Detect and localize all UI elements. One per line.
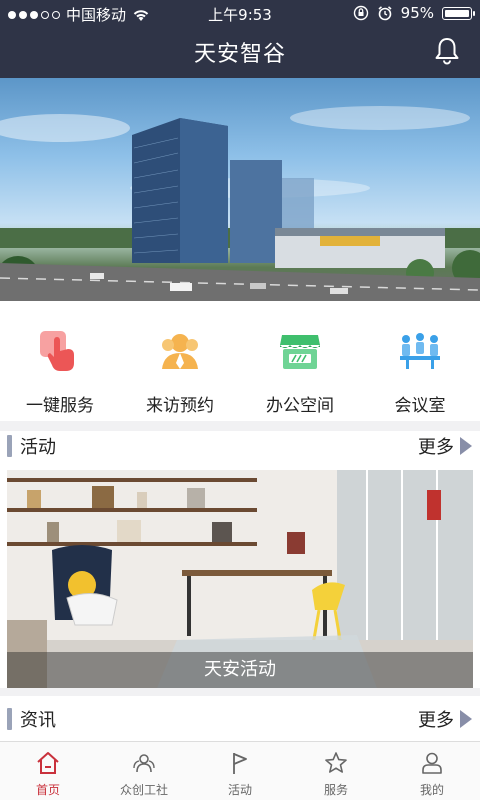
visitor-icon [162,334,198,369]
section-divider [0,688,480,696]
status-bar: 中国移动 上午9:53 95% [0,0,480,26]
battery-icon [442,6,475,20]
chevron-right-icon [460,437,472,455]
action-visit-appointment[interactable]: 来访预约 [120,301,240,421]
battery-percent: 95% [400,4,434,22]
tab-profile[interactable]: 我的 [384,742,480,800]
activities-section-header: 活动 更多 [0,425,480,465]
news-section-header: 资讯 更多 [0,698,480,738]
star-icon [325,752,347,773]
banner-image [0,106,480,301]
news-title: 资讯 [20,710,56,731]
tab-label: 我的 [419,783,444,797]
more-label: 更多 [418,710,454,731]
tab-home[interactable]: 首页 [0,742,96,800]
tab-label: 服务 [323,783,348,797]
news-more-link[interactable]: 更多 [418,706,472,732]
action-label: 办公空间 [266,396,334,416]
action-label: 一键服务 [26,396,94,416]
activities-more-link[interactable]: 更多 [418,433,472,459]
app-header: 中国移动 上午9:53 95% 天安智谷 [0,0,480,78]
chevron-right-icon [460,710,472,728]
action-meeting-room[interactable]: 会议室 [360,301,480,421]
user-icon [422,752,442,774]
tap-hand-icon [40,331,74,371]
action-label: 会议室 [394,396,446,416]
community-icon [133,754,155,773]
tab-label: 活动 [227,783,252,797]
section-bar [7,435,12,457]
tab-community[interactable]: 众创工社 [96,742,192,800]
action-one-click-service[interactable]: 一键服务 [0,301,120,421]
home-icon [37,752,59,774]
bell-icon[interactable] [432,36,462,66]
action-office-space[interactable]: 办公空间 [240,301,360,421]
page-title: 天安智谷 [193,42,286,67]
activity-card[interactable]: 天安活动 [7,470,473,688]
activities-title: 活动 [20,437,56,458]
more-label: 更多 [418,437,454,458]
activity-caption: 天安活动 [7,652,473,688]
meeting-icon [400,333,440,369]
hero-banner[interactable] [0,78,480,301]
tab-label: 众创工社 [119,783,168,797]
shop-awning-icon [280,335,320,369]
tab-label: 首页 [35,783,60,797]
flag-icon [233,753,247,774]
status-right: 95% [353,4,475,22]
action-label: 来访预约 [146,396,214,416]
section-bar [7,708,12,730]
tab-activities[interactable]: 活动 [192,742,288,800]
rotation-lock-icon [353,5,368,21]
bottom-tab-bar: 首页 众创工社 活动 服务 我的 [0,741,480,800]
alarm-icon [378,6,392,21]
quick-actions: 一键服务 来访预约 办公空间 会议室 [0,301,480,421]
tab-services[interactable]: 服务 [288,742,384,800]
